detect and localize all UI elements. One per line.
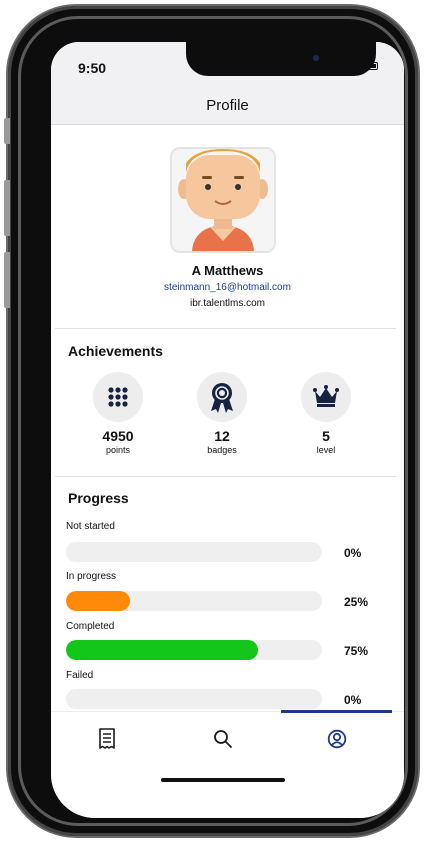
profile-icon [327, 729, 347, 749]
progress-percent-failed: 0% [344, 693, 362, 707]
achievements-title: Achievements [68, 343, 163, 359]
level-label: level [316, 445, 336, 455]
status-time: 9:50 [78, 60, 107, 76]
progress-fill-in-progress [66, 591, 130, 611]
progress-percent-in-progress: 25% [344, 595, 369, 609]
progress-label-not-started: Not started [66, 521, 115, 532]
tab-profile[interactable] [317, 724, 357, 754]
volume-down-button [4, 252, 10, 308]
user-name: A Matthews [191, 263, 264, 278]
camera-icon [313, 55, 319, 61]
achievement-badges[interactable]: 12 badges [187, 372, 257, 455]
progress-track-failed [66, 689, 322, 709]
avatar[interactable] [170, 147, 276, 253]
progress-percent-not-started: 0% [344, 546, 362, 560]
tab-bar [51, 710, 404, 818]
progress-track-completed [66, 640, 322, 660]
progress-track-not-started [66, 542, 322, 562]
avatar-illustration [172, 149, 274, 251]
badges-label: badges [207, 445, 237, 455]
tab-search[interactable] [203, 724, 243, 754]
badges-value: 12 [214, 428, 230, 444]
points-label: points [105, 445, 131, 455]
progress-track-in-progress [66, 591, 322, 611]
notch [186, 42, 376, 76]
points-value: 4950 [102, 428, 134, 444]
app-screen: 9:50 Profile A Matthews steinmann_16@hot… [51, 42, 404, 818]
divider [55, 476, 396, 477]
progress-title: Progress [68, 490, 129, 506]
document-list-icon [99, 728, 115, 749]
progress-label-completed: Completed [66, 621, 115, 632]
user-email[interactable]: steinmann_16@hotmail.com [51, 282, 404, 293]
page-title: Profile [206, 97, 249, 114]
home-indicator [161, 778, 285, 782]
crown-icon [301, 372, 351, 422]
grid-dots-icon [93, 372, 143, 422]
divider [55, 328, 396, 329]
progress-label-failed: Failed [66, 670, 94, 681]
user-domain: ibr.talentlms.com [189, 298, 266, 309]
level-value: 5 [322, 428, 330, 444]
progress-percent-completed: 75% [344, 644, 369, 658]
progress-fill-completed [66, 640, 258, 660]
progress-label-in-progress: In progress [66, 571, 117, 582]
mute-switch [4, 118, 10, 144]
achievement-level[interactable]: 5 level [291, 372, 361, 455]
active-tab-indicator [281, 710, 392, 713]
badge-ribbon-icon [197, 372, 247, 422]
tab-courses[interactable] [87, 724, 127, 754]
volume-up-button [4, 180, 10, 236]
search-icon [214, 730, 232, 748]
achievement-points[interactable]: 4950 points [83, 372, 153, 455]
